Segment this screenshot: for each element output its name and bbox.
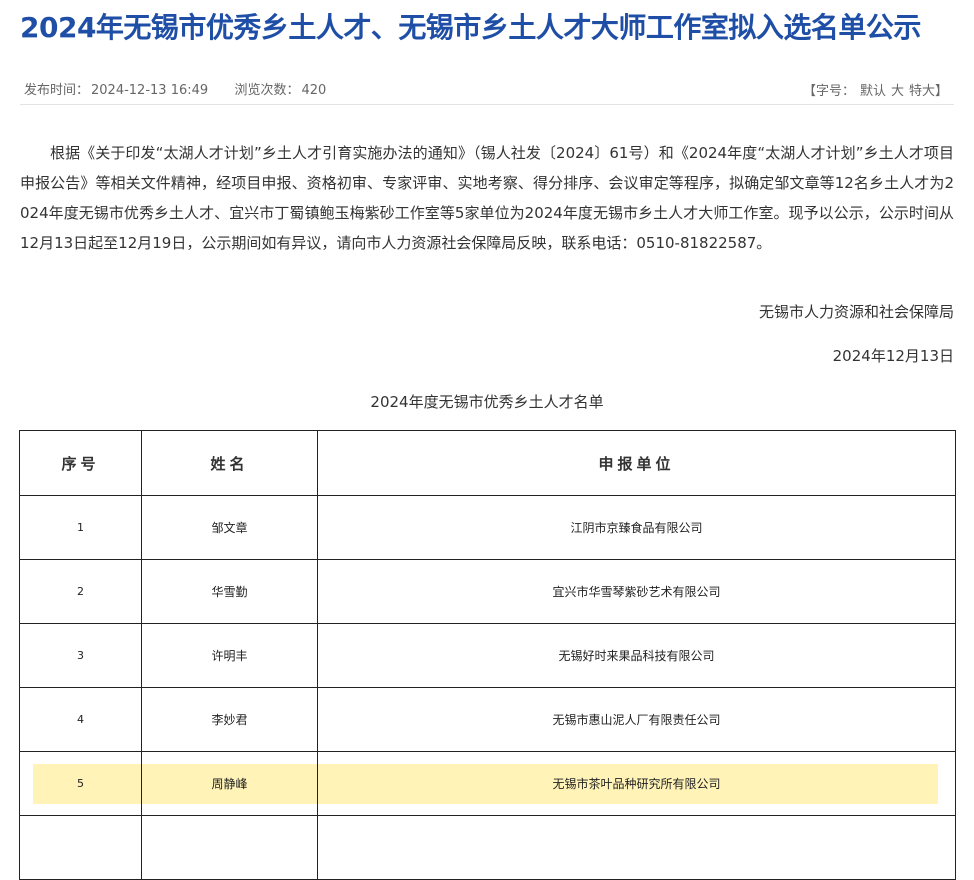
font-size-label: 【字号： <box>802 84 855 99</box>
row-name: 许明丰 <box>141 623 318 688</box>
font-size-switcher: 【字号： 默认大特大】 <box>803 80 948 99</box>
issuer-signature: 无锡市人力资源和社会保障局 <box>758 303 954 321</box>
row-number: 3 <box>19 623 142 688</box>
row-name <box>141 815 318 880</box>
publish-info: 发布时间： 2024-12-13 16:49 浏览次数： 420 <box>24 79 328 98</box>
talent-list-table: 序号 姓名 申报单位 1 邹文章 江阴市京臻食品有限公司 2 华雪勤 宜兴市华雪… <box>19 430 956 880</box>
row-name: 周静峰 <box>141 751 318 816</box>
table-caption: 2024年度无锡市优秀乡土人才名单 <box>370 393 604 411</box>
font-size-default-link[interactable]: 默认 <box>860 84 886 99</box>
row-unit: 无锡市惠山泥人厂有限责任公司 <box>317 687 956 752</box>
publish-time: 2024-12-13 16:49 <box>91 83 209 98</box>
row-name: 邹文章 <box>141 495 318 560</box>
view-count-label: 浏览次数： <box>234 83 300 98</box>
row-number: 4 <box>19 687 142 752</box>
table-row: 1 邹文章 江阴市京臻食品有限公司 <box>19 495 956 560</box>
header-name: 姓名 <box>141 430 318 496</box>
row-unit: 无锡市茶叶品种研究所有限公司 <box>317 751 956 816</box>
table-row-highlighted: 5 周静峰 无锡市茶叶品种研究所有限公司 <box>19 751 956 816</box>
row-name: 李妙君 <box>141 687 318 752</box>
row-unit: 无锡好时来果品科技有限公司 <box>317 623 956 688</box>
page-title: 2024年无锡市优秀乡土人才、无锡市乡土人才大师工作室拟入选名单公示 <box>20 11 921 44</box>
font-size-xlarge-link[interactable]: 特大】 <box>909 84 948 99</box>
font-size-large-link[interactable]: 大 <box>891 84 904 99</box>
table-row: 4 李妙君 无锡市惠山泥人厂有限责任公司 <box>19 687 956 752</box>
row-number: 5 <box>19 751 142 816</box>
row-unit: 江阴市京臻食品有限公司 <box>317 495 956 560</box>
header-unit: 申报单位 <box>317 430 956 496</box>
article-paragraph: 根据《关于印发“太湖人才计划”乡土人才引育实施办法的通知》（锡人社发〔2024〕… <box>20 144 954 252</box>
issue-date: 2024年12月13日 <box>832 347 954 365</box>
row-unit <box>317 815 956 880</box>
table-header-row: 序号 姓名 申报单位 <box>19 430 956 496</box>
meta-bar: 发布时间： 2024-12-13 16:49 浏览次数： 420 【字号： 默认大特大… <box>20 74 954 105</box>
row-unit: 宜兴市华雪琴紫砂艺术有限公司 <box>317 559 956 624</box>
row-number: 2 <box>19 559 142 624</box>
row-name: 华雪勤 <box>141 559 318 624</box>
table-row-partial <box>19 815 956 880</box>
header-number: 序号 <box>19 430 142 496</box>
row-number: 1 <box>19 495 142 560</box>
table-row: 3 许明丰 无锡好时来果品科技有限公司 <box>19 623 956 688</box>
view-count: 420 <box>301 83 327 98</box>
row-number <box>19 815 142 880</box>
table-row: 2 华雪勤 宜兴市华雪琴紫砂艺术有限公司 <box>19 559 956 624</box>
publish-time-label: 发布时间： <box>24 83 90 98</box>
